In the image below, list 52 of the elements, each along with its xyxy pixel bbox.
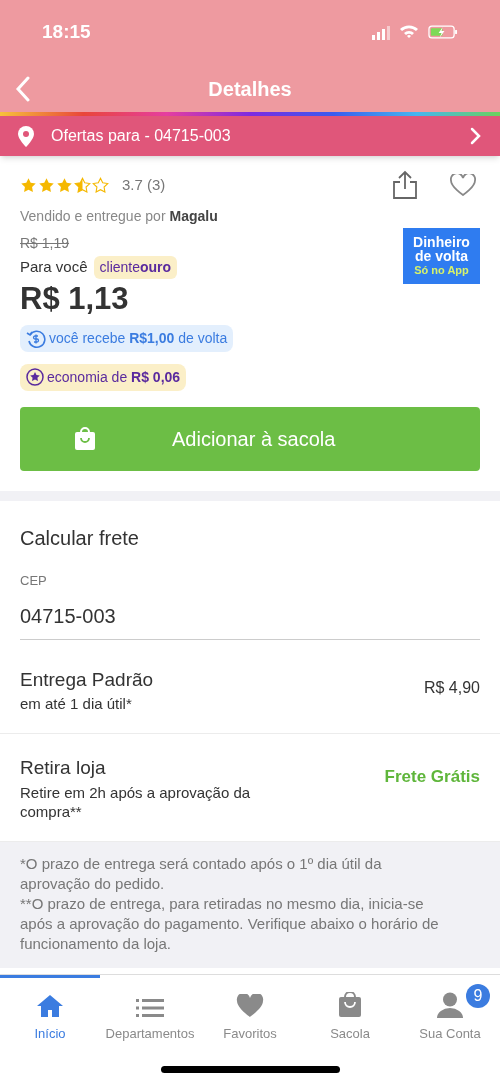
status-time: 18:15: [42, 20, 91, 44]
add-to-bag-button[interactable]: Adicionar à sacola: [20, 407, 480, 471]
bag-icon: [338, 992, 362, 1018]
seller-text: Vendido e entregue por Magalu: [20, 207, 219, 226]
chevron-right-icon: [470, 127, 482, 145]
cashback-badge: você recebe R$1,00 de volta: [20, 325, 234, 352]
tab[interactable]: Sua Conta 9: [400, 975, 500, 1044]
tab[interactable]: Início: [0, 975, 100, 1044]
back-icon[interactable]: [15, 75, 31, 102]
old-price: R$ 1,19: [20, 234, 70, 253]
wifi-icon: [400, 25, 418, 40]
bag-icon: [74, 427, 96, 451]
star-icon: [20, 176, 37, 194]
signal-icon: [372, 24, 390, 40]
shipping-option-name: Entrega Padrão: [20, 667, 155, 692]
promo-title: Dinheiro de volta: [412, 234, 471, 263]
star-icon: [38, 176, 55, 194]
tab[interactable]: Departamentos: [100, 975, 200, 1044]
cashback-icon: [26, 328, 46, 349]
star-icon: [92, 176, 109, 194]
shipping-note: *O prazo de entrega será contado após o 1º dia útil da aprovação do pedido.: [20, 853, 383, 894]
savings-badge: economia de R$ 0,06: [20, 363, 187, 391]
location-bar[interactable]: Ofertas para - 04715-003: [0, 116, 500, 156]
shipping-price: Frete Grátis: [384, 766, 480, 788]
promo-subtitle: Só no App: [414, 262, 469, 278]
home-icon: [36, 994, 64, 1018]
shipping-option-name: Retira loja: [20, 756, 107, 780]
notification-badge: 9: [466, 984, 490, 1008]
section-title: Calcular frete: [20, 526, 140, 551]
for-you-label: Para você: [20, 257, 88, 278]
star-icon: [74, 176, 91, 194]
shipping-option-detail: em até 1 dia útil*: [20, 694, 133, 713]
promo-banner[interactable]: Dinheiro de volta Só no App: [403, 228, 480, 284]
shipping-note: **O prazo de entrega, para retiradas no mesmo dia, inicia-se após a aprovação do pagamento. Verifique abaixo o horário de funcionamento da loja.: [20, 893, 440, 954]
tab[interactable]: Sacola: [300, 975, 400, 1044]
user-icon: [437, 992, 463, 1018]
page-title: Detalhes: [208, 76, 292, 102]
star-circle-icon: [26, 368, 44, 386]
star-icon: [56, 176, 73, 194]
heart-icon: [236, 994, 264, 1018]
tab[interactable]: Favoritos: [200, 975, 300, 1044]
heart-icon[interactable]: [450, 174, 476, 196]
location-pin-icon: [18, 125, 34, 147]
rating-text: 3.7 (3): [122, 174, 166, 195]
list-icon: [136, 998, 164, 1018]
price: R$ 1,13: [20, 280, 130, 318]
share-icon[interactable]: [392, 170, 418, 200]
shipping-option-detail: Retire em 2h após a aprovação da compra**: [20, 782, 252, 821]
shipping-price: R$ 4,90: [423, 677, 480, 698]
battery-icon: [428, 25, 458, 40]
club-badge: clienteouro: [93, 256, 178, 279]
input-field[interactable]: CEP 04715-003: [20, 571, 480, 640]
